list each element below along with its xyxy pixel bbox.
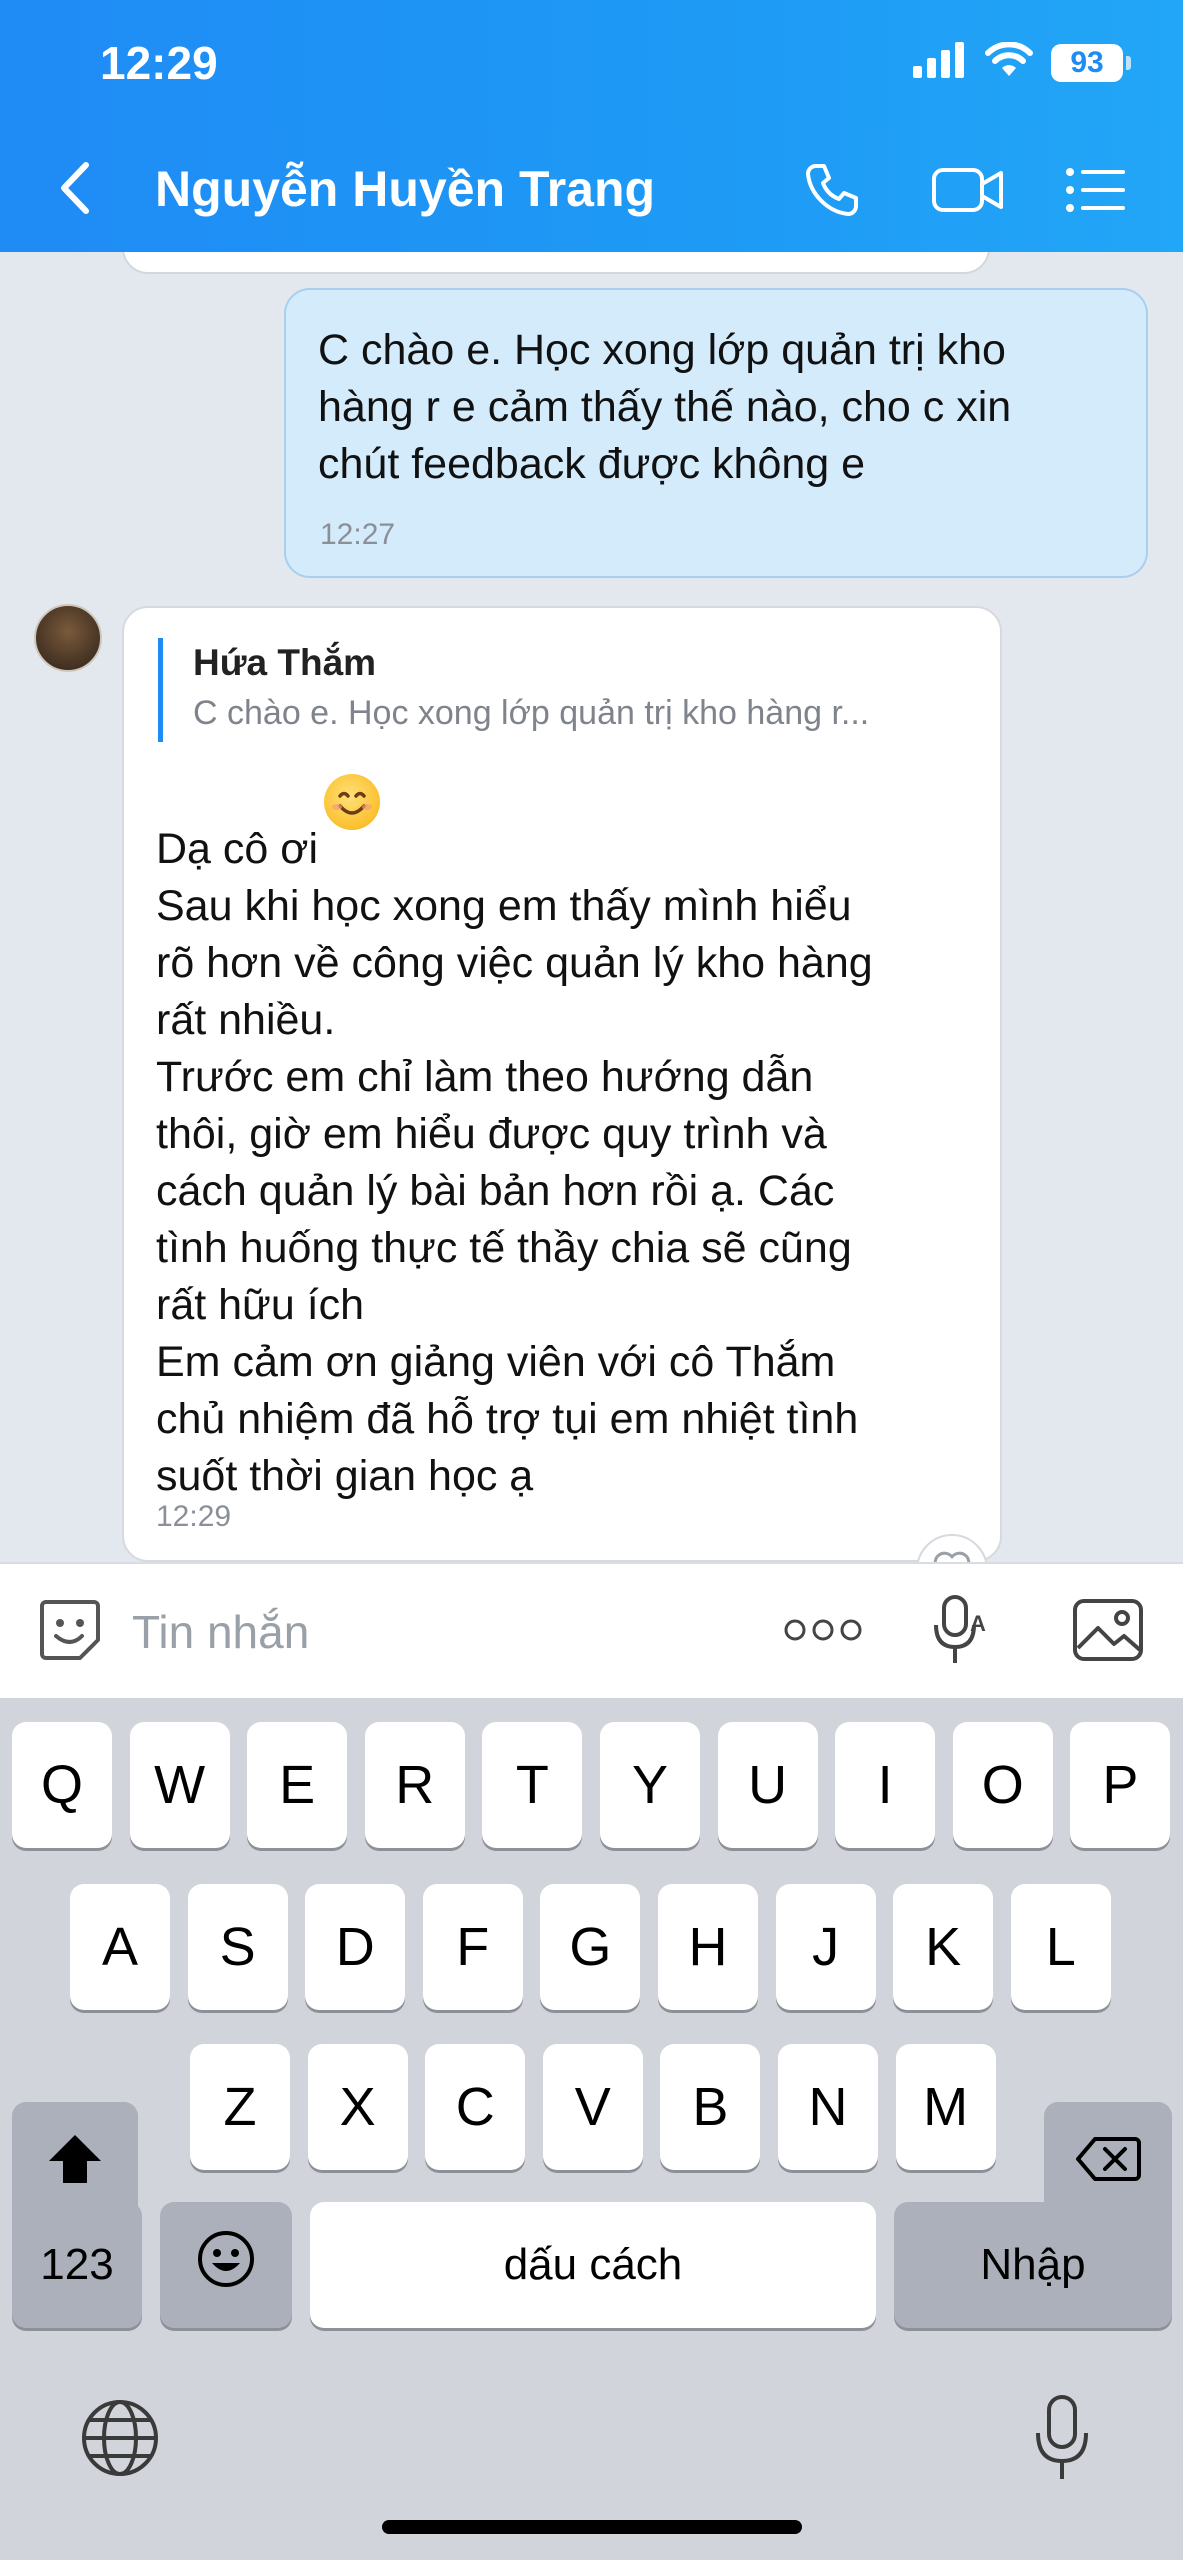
sticker-icon [36,1596,104,1669]
key-c[interactable]: C [425,2044,526,2170]
dictation-button[interactable] [1020,2392,1104,2488]
key-o[interactable]: O [952,1722,1053,1848]
key-e[interactable]: E [247,1722,348,1848]
emoji-key[interactable] [160,2202,292,2328]
key-u[interactable]: U [717,1722,818,1848]
key-v[interactable]: V [542,2044,643,2170]
call-button[interactable] [796,160,868,224]
video-call-icon [931,164,1005,221]
message-input[interactable]: Tin nhắn [132,1594,732,1670]
previous-message-bubble[interactable] [122,252,990,274]
return-key[interactable]: Nhập [894,2202,1172,2328]
key-y[interactable]: Y [600,1722,700,1848]
globe-icon [80,2398,160,2483]
outgoing-message[interactable]: C chào e. Học xong lớp quản trị kho hàng… [284,288,1148,578]
heart-icon [933,1551,971,1562]
status-time: 12:29 [100,37,218,89]
phone-icon [802,160,862,225]
backspace-icon [1075,2134,1141,2196]
key-a[interactable]: A [70,1884,170,2010]
key-w[interactable]: W [129,1722,230,1848]
key-j[interactable]: J [775,1884,876,2010]
quote-text: C chào e. Học xong lớp quản trị kho hàng… [193,694,870,732]
status-icons: 93 [913,41,1131,83]
chat-header: 12:29 93 Nguyễn Huyền Trang [0,0,1183,252]
message-text: C chào e. Học xong lớp quản trị kho hàng… [318,326,1012,488]
key-n[interactable]: N [778,2044,878,2170]
quoted-reply[interactable]: Hứa Thắm C chào e. Học xong lớp quản trị… [158,638,968,742]
key-g[interactable]: G [540,1884,641,2010]
key-l[interactable]: L [1010,1884,1111,2010]
message-text: Sau khi học xong em thấy mình hiểu rõ hơ… [156,882,873,1500]
key-h[interactable]: H [658,1884,758,2010]
more-icon [783,1618,863,1647]
svg-text:A: A [970,1611,986,1636]
image-icon [1072,1598,1144,1667]
key-b[interactable]: B [660,2044,761,2170]
more-button[interactable] [778,1594,868,1670]
menu-button[interactable] [1060,160,1132,224]
key-z[interactable]: Z [190,2044,290,2170]
voice-to-text-button[interactable]: A [920,1594,1000,1670]
message-first-line: Dạ cô ơi [156,774,968,878]
key-k[interactable]: K [893,1884,994,2010]
contact-name[interactable]: Nguyễn Huyền Trang [155,160,655,218]
incoming-message[interactable]: Hứa Thắm C chào e. Học xong lớp quản trị… [122,606,1002,1562]
battery-indicator: 93 [1051,43,1131,82]
back-button[interactable] [58,158,108,222]
key-x[interactable]: X [307,2044,408,2170]
sticker-button[interactable] [32,1594,108,1670]
numbers-key[interactable]: 123 [12,2202,142,2328]
home-indicator[interactable] [382,2520,802,2534]
key-s[interactable]: S [187,1884,288,2010]
key-r[interactable]: R [364,1722,465,1848]
key-f[interactable]: F [422,1884,523,2010]
wifi-icon [985,41,1033,83]
dictation-icon [1032,2393,1092,2488]
menu-list-icon [1065,166,1127,219]
smile-emoji-icon [324,774,381,830]
key-t[interactable]: T [482,1722,583,1848]
message-greeting: Dạ cô ơi [156,825,319,873]
key-d[interactable]: D [305,1884,406,2010]
message-composer: Tin nhắn A [0,1562,1183,1698]
emoji-icon [196,2229,256,2302]
avatar[interactable] [34,604,102,672]
key-q[interactable]: Q [12,1722,112,1848]
key-m[interactable]: M [895,2044,996,2170]
message-time: 12:27 [320,518,396,551]
image-button[interactable] [1068,1594,1148,1670]
quote-author: Hứa Thắm [193,642,377,683]
message-time: 12:29 [156,1500,232,1533]
space-key[interactable]: dấu cách [310,2202,876,2328]
globe-button[interactable] [78,2398,162,2482]
voice-to-text-icon: A [930,1593,990,1672]
signal-icon [913,42,967,83]
shift-icon [45,2131,105,2200]
video-call-button[interactable] [928,160,1008,224]
keyboard: QWERTYUIOP ASDFGHJKL ZXCVBNM 123 dấu các… [0,1698,1183,2560]
message-list[interactable]: C chào e. Học xong lớp quản trị kho hàng… [0,252,1183,1562]
chat-screen: 12:29 93 Nguyễn Huyền Trang C chào e. Họ… [0,0,1183,2560]
back-icon [58,161,92,220]
key-p[interactable]: P [1070,1722,1171,1848]
key-i[interactable]: I [835,1722,936,1848]
